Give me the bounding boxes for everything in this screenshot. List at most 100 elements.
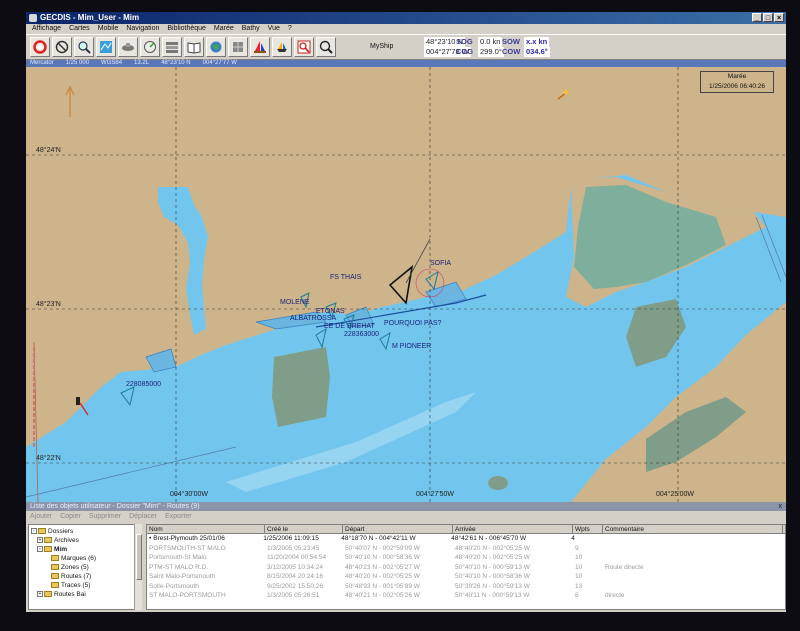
folder-icon bbox=[51, 555, 59, 562]
cow-value: 034.6° bbox=[524, 47, 550, 57]
menu-vue[interactable]: Vue bbox=[268, 24, 280, 34]
table-row[interactable]: • Brest-Plymouth 25/01/06 1/25/2006 11:09… bbox=[147, 534, 785, 544]
table-row[interactable]: Saint Malo-Portsmouth 8/15/2004 20:24:16 4… bbox=[147, 572, 785, 582]
folder-tree[interactable]: - Dossiers + Archives - Mim Marques (6) Zon… bbox=[28, 524, 142, 610]
vessel-label[interactable]: SOFIA bbox=[430, 260, 451, 267]
sail-icon[interactable] bbox=[250, 37, 270, 57]
app-icon bbox=[29, 14, 37, 22]
vessel-label[interactable]: FS THAIS bbox=[330, 274, 361, 281]
book-icon[interactable] bbox=[184, 37, 204, 57]
table-cell: directe bbox=[605, 592, 625, 599]
menu-affichage[interactable]: Affichage bbox=[32, 24, 61, 34]
col-cree-le[interactable]: Créé le bbox=[265, 525, 343, 533]
tree-node[interactable]: Zones (5) bbox=[29, 563, 141, 572]
menu-bibliotheque[interactable]: Bibliothèque bbox=[167, 24, 206, 34]
col-depart[interactable]: Départ bbox=[343, 525, 453, 533]
routes-table[interactable]: Nom Créé le Départ Arrivée Wpts Commenta… bbox=[146, 524, 786, 610]
move-button[interactable]: Déplacer bbox=[129, 512, 157, 522]
zoom-area-icon[interactable] bbox=[294, 37, 314, 57]
table-cell: 10 bbox=[575, 554, 583, 561]
table-cell: 8 bbox=[575, 592, 579, 599]
menu-help[interactable]: ? bbox=[288, 24, 292, 34]
no-entry-icon[interactable] bbox=[52, 37, 72, 57]
table-cell: 8/15/2004 20:24:16 bbox=[267, 573, 324, 580]
river-penfeld bbox=[158, 187, 208, 335]
tree-node[interactable]: Routes (7) bbox=[29, 572, 141, 581]
menu-maree[interactable]: Marée bbox=[214, 24, 234, 34]
zoom-icon[interactable] bbox=[74, 37, 94, 57]
nautical-chart[interactable]: Marée 1/25/2006 06:40:26 48°24'N 48°23'N… bbox=[26, 67, 786, 502]
col-arrivee[interactable]: Arrivée bbox=[453, 525, 573, 533]
export-button[interactable]: Exporter bbox=[165, 512, 191, 522]
table-cell: 3/12/2005 10:34:24 bbox=[267, 563, 324, 571]
tree-node[interactable]: - Mim bbox=[29, 545, 141, 554]
radar-icon[interactable] bbox=[140, 37, 160, 57]
close-button[interactable]: × bbox=[774, 13, 784, 22]
tree-node[interactable]: + Routes Bai bbox=[29, 590, 141, 599]
table-row[interactable]: PTM-ST MALO R.D. 3/12/2005 10:34:24 48°40'… bbox=[147, 563, 785, 573]
ecdis-window: GECDIS - Mim_User - Mim _ □ × Affichage … bbox=[26, 12, 786, 612]
own-ship-symbol bbox=[388, 265, 414, 305]
globe-icon[interactable] bbox=[206, 37, 226, 57]
lat-label-48-23: 48°23'N bbox=[36, 301, 61, 308]
ship-icon[interactable] bbox=[118, 37, 138, 57]
lat-label-48-24: 48°24'N bbox=[36, 147, 61, 154]
table-cell: 10 bbox=[575, 573, 583, 580]
vessel-label[interactable]: MOLENE bbox=[280, 299, 310, 306]
datum-label: WGS84 bbox=[101, 60, 123, 66]
menu-mobile[interactable]: Mobile bbox=[98, 24, 119, 34]
add-button[interactable]: Ajouter bbox=[30, 512, 52, 522]
tree-node[interactable]: - Dossiers bbox=[29, 527, 141, 536]
main-toolbar: MyShip 48°23'10 N 004°27'78 W SOG 0.0 kn … bbox=[26, 34, 786, 60]
table-row[interactable]: Portsmouth-St Malo 11/20/2004 00:54:54 50°… bbox=[147, 553, 785, 563]
copy-button[interactable]: Copier bbox=[60, 512, 81, 522]
ship-selector-label[interactable]: MyShip bbox=[370, 43, 393, 50]
magnifier-icon[interactable] bbox=[316, 37, 336, 57]
tree-node[interactable]: + Archives bbox=[29, 536, 141, 545]
table-row[interactable]: Solle-Portsmouth 9/25/2002 15:50:26 50°48'… bbox=[147, 582, 785, 592]
table-cell: 1/25/2006 11:09:15 bbox=[263, 535, 319, 542]
chart-layers-icon[interactable] bbox=[96, 37, 116, 57]
panel-title-bar: Liste des objets utilisateur - Dossier "… bbox=[26, 502, 786, 511]
vessel-label[interactable]: EE DE BREHAT bbox=[324, 323, 375, 330]
col-commentaire[interactable]: Commentaire bbox=[603, 525, 783, 533]
tree-node[interactable]: Traces (5) bbox=[29, 581, 141, 590]
tree-node[interactable]: Marques (6) bbox=[29, 554, 141, 563]
cow-label: COW bbox=[502, 47, 521, 56]
table-cell: Portsmouth-St Malo bbox=[149, 554, 207, 561]
table-row[interactable]: PORTSMOUTH-ST MALO 1/3/2005 05:23:45 50°40… bbox=[147, 544, 785, 554]
stack-icon[interactable] bbox=[162, 37, 182, 57]
table-cell: Saint Malo-Portsmouth bbox=[149, 573, 216, 580]
table-cell: 10 bbox=[575, 563, 583, 571]
tree-scrollbar[interactable] bbox=[134, 524, 142, 610]
menu-navigation[interactable]: Navigation bbox=[126, 24, 159, 34]
vessel-label[interactable]: ETONAS bbox=[316, 308, 345, 315]
table-cell: 9/25/2002 15:50:26 bbox=[267, 582, 324, 590]
col-nom[interactable]: Nom bbox=[147, 525, 265, 533]
vessel-label[interactable]: 228085000 bbox=[126, 381, 161, 388]
folder-icon bbox=[44, 591, 52, 598]
lifebuoy-icon[interactable] bbox=[30, 37, 50, 57]
col-wpts[interactable]: Wpts bbox=[573, 525, 603, 533]
lon-label-004-27: 004°27'50W bbox=[416, 491, 454, 498]
vessel-label[interactable]: POURQUOI PAS? bbox=[384, 320, 441, 327]
menu-cartes[interactable]: Cartes bbox=[69, 24, 90, 34]
menu-bathy[interactable]: Bathy bbox=[242, 24, 260, 34]
maximize-button[interactable]: □ bbox=[763, 13, 773, 22]
minimize-button[interactable]: _ bbox=[752, 13, 762, 22]
lon-label-004-25: 004°25'00W bbox=[656, 491, 694, 498]
boat-icon[interactable] bbox=[272, 37, 292, 57]
vessel-label[interactable]: M PIONEER bbox=[392, 343, 431, 350]
chart-canvas[interactable] bbox=[26, 67, 786, 502]
grid-icon[interactable] bbox=[228, 37, 248, 57]
panel-close-button[interactable]: x bbox=[779, 502, 783, 511]
water-readout: SOW x.x kn COW 034.6° bbox=[502, 37, 634, 58]
table-cell bbox=[603, 572, 783, 582]
delete-button[interactable]: Supprimer bbox=[89, 512, 121, 522]
window-title: GECDIS - Mim_User - Mim bbox=[40, 13, 140, 22]
vessel-label[interactable]: 228363000 bbox=[344, 331, 379, 338]
table-row[interactable]: ST MALO-PORTSMOUTH 1/3/2005 05:26:51 48°40… bbox=[147, 591, 785, 601]
table-body: • Brest-Plymouth 25/01/06 1/25/2006 11:09… bbox=[147, 534, 785, 601]
tree-scroll-thumb[interactable] bbox=[136, 534, 142, 580]
vessel-label[interactable]: ALBATROSSA bbox=[290, 315, 336, 322]
